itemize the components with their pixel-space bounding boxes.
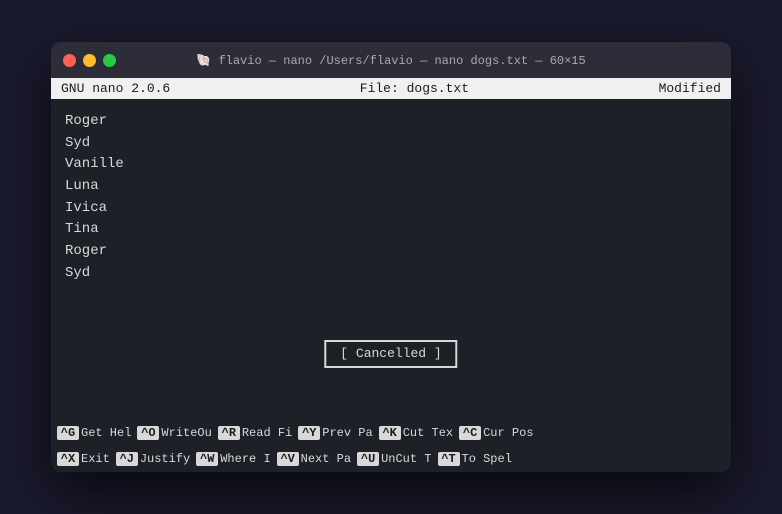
label-where-is: Where I	[220, 452, 270, 466]
cancelled-box: [ Cancelled ]	[324, 340, 457, 368]
titlebar-text: 🐚 flavio — nano /Users/flavio — nano dog…	[196, 53, 585, 68]
key-ctrl-t: ^T	[438, 452, 460, 466]
close-button[interactable]	[63, 54, 76, 67]
file-name: File: dogs.txt	[360, 81, 469, 96]
list-item: Syd	[65, 263, 717, 285]
nano-status-bar: GNU nano 2.0.6 File: dogs.txt Modified	[51, 78, 731, 99]
key-ctrl-j: ^J	[116, 452, 138, 466]
key-ctrl-x: ^X	[57, 452, 79, 466]
label-next-page: Next Pa	[301, 452, 351, 466]
terminal-window: 🐚 flavio — nano /Users/flavio — nano dog…	[51, 42, 731, 472]
list-item: Ivica	[65, 198, 717, 220]
bottom-row-2: ^X Exit ^J Justify ^W Where I ^V Next Pa…	[51, 446, 731, 472]
cmd-justify[interactable]: ^J Justify	[116, 452, 190, 466]
cmd-writeout[interactable]: ^O WriteOu	[137, 426, 211, 440]
cmd-to-spell[interactable]: ^T To Spel	[438, 452, 512, 466]
bottom-row-1: ^G Get Hel ^O WriteOu ^R Read Fi ^Y Prev…	[51, 420, 731, 446]
label-writeout: WriteOu	[161, 426, 211, 440]
list-item: Roger	[65, 241, 717, 263]
label-uncut-text: UnCut T	[381, 452, 431, 466]
key-ctrl-c: ^C	[459, 426, 481, 440]
maximize-button[interactable]	[103, 54, 116, 67]
key-ctrl-r: ^R	[218, 426, 240, 440]
editor-area[interactable]: Roger Syd Vanille Luna Ivica Tina Roger …	[51, 99, 731, 420]
label-cut-text: Cut Tex	[403, 426, 453, 440]
cmd-cut-text[interactable]: ^K Cut Tex	[379, 426, 453, 440]
label-to-spell: To Spel	[462, 452, 512, 466]
cmd-exit[interactable]: ^X Exit	[57, 452, 110, 466]
key-ctrl-u: ^U	[357, 452, 379, 466]
cmd-get-help[interactable]: ^G Get Hel	[57, 426, 131, 440]
cmd-read-file[interactable]: ^R Read Fi	[218, 426, 292, 440]
file-list: Roger Syd Vanille Luna Ivica Tina Roger …	[65, 111, 717, 285]
titlebar: 🐚 flavio — nano /Users/flavio — nano dog…	[51, 42, 731, 78]
cmd-next-page[interactable]: ^V Next Pa	[277, 452, 351, 466]
key-ctrl-v: ^V	[277, 452, 299, 466]
nano-version: GNU nano 2.0.6	[61, 81, 170, 96]
label-prev-page: Prev Pa	[322, 426, 372, 440]
key-ctrl-y: ^Y	[298, 426, 320, 440]
modified-status: Modified	[659, 81, 721, 96]
traffic-lights	[63, 54, 116, 67]
cmd-where-is[interactable]: ^W Where I	[196, 452, 270, 466]
label-get-help: Get Hel	[81, 426, 131, 440]
list-item: Luna	[65, 176, 717, 198]
cmd-uncut-text[interactable]: ^U UnCut T	[357, 452, 431, 466]
minimize-button[interactable]	[83, 54, 96, 67]
key-ctrl-w: ^W	[196, 452, 218, 466]
label-read-file: Read Fi	[242, 426, 292, 440]
label-justify: Justify	[140, 452, 190, 466]
key-ctrl-o: ^O	[137, 426, 159, 440]
label-exit: Exit	[81, 452, 110, 466]
cmd-prev-page[interactable]: ^Y Prev Pa	[298, 426, 372, 440]
key-ctrl-g: ^G	[57, 426, 79, 440]
list-item: Syd	[65, 133, 717, 155]
list-item: Vanille	[65, 154, 717, 176]
cmd-cur-pos[interactable]: ^C Cur Pos	[459, 426, 533, 440]
bottom-bar: ^G Get Hel ^O WriteOu ^R Read Fi ^Y Prev…	[51, 420, 731, 472]
label-cur-pos: Cur Pos	[483, 426, 533, 440]
list-item: Tina	[65, 219, 717, 241]
list-item: Roger	[65, 111, 717, 133]
key-ctrl-k: ^K	[379, 426, 401, 440]
